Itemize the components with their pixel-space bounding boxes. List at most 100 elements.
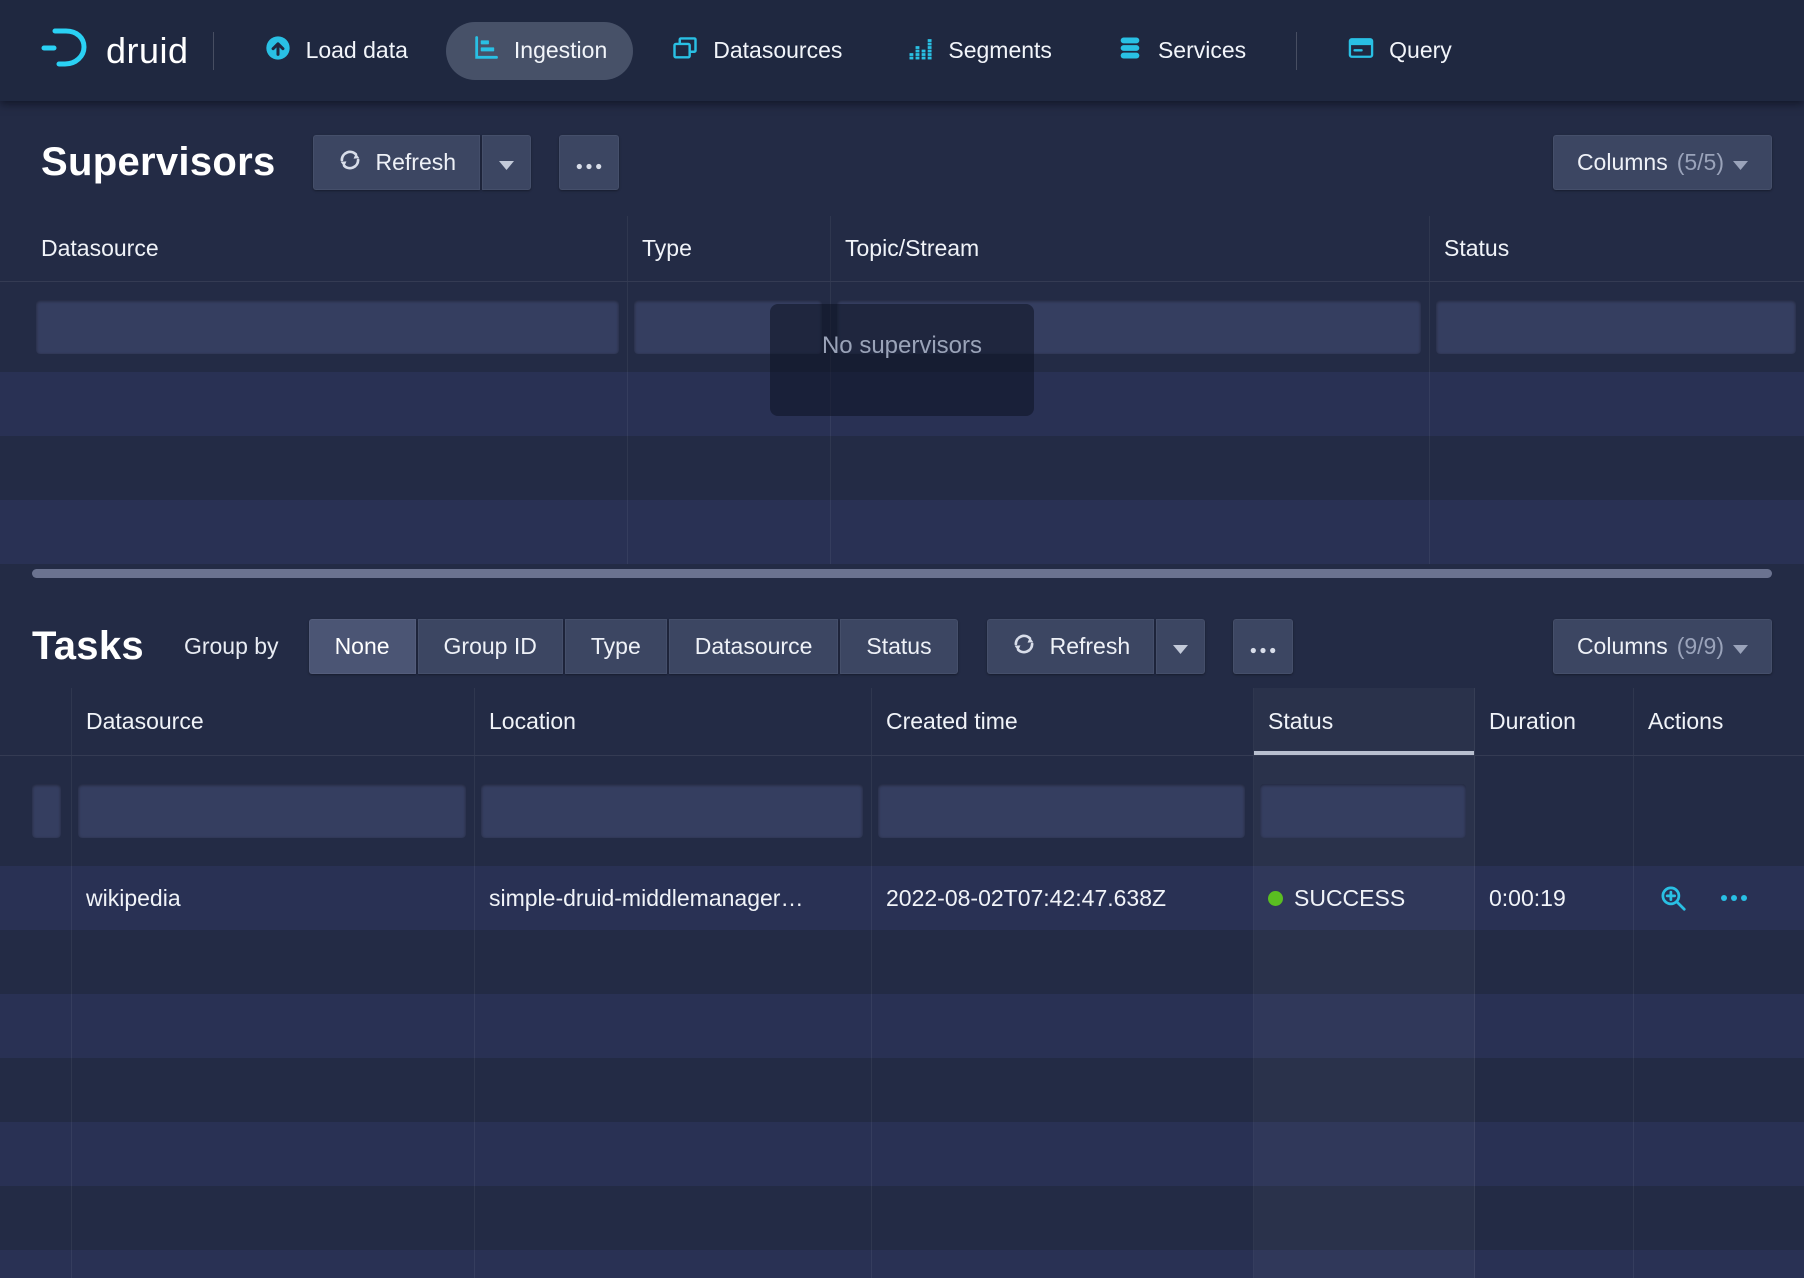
task-header-actions[interactable]: Actions (1634, 688, 1804, 755)
refresh-label: Refresh (376, 149, 457, 176)
task-row-wikipedia[interactable]: wikipedia simple-druid-middlemanager… 20… (0, 866, 1804, 930)
scrollbar-thumb[interactable] (32, 569, 1772, 578)
task-header-gutter (32, 688, 72, 755)
sup-type-filter-input[interactable] (634, 300, 822, 354)
supervisors-table: Datasource Type Topic/Stream Status No s… (0, 216, 1804, 564)
supervisors-filter-row (0, 282, 1804, 372)
supervisors-toolbar: Supervisors Refresh (0, 101, 1804, 216)
columns-label: Columns (1577, 149, 1668, 176)
caret-down-icon (499, 149, 514, 176)
refresh-button[interactable]: Refresh (313, 135, 481, 190)
status-success-dot (1268, 891, 1283, 906)
supervisors-columns-button[interactable]: Columns (5/5) (1553, 135, 1772, 190)
more-icon (1720, 894, 1748, 902)
table-row (0, 1122, 1804, 1186)
task-location-filter-input[interactable] (481, 784, 863, 838)
nav-item-label: Query (1389, 37, 1452, 64)
nav-item-services[interactable]: Services (1090, 22, 1272, 80)
nav-item-query[interactable]: Query (1321, 22, 1478, 80)
group-by-group-id-button[interactable]: Group ID (418, 619, 563, 674)
group-by-datasource-button[interactable]: Datasource (669, 619, 839, 674)
table-row (0, 1058, 1804, 1122)
zoom-in-icon (1658, 883, 1688, 913)
sup-topic-filter-input[interactable] (837, 300, 1421, 354)
more-icon (1250, 633, 1276, 660)
caret-down-icon (1733, 149, 1748, 176)
table-row (0, 500, 1804, 564)
table-row (0, 1186, 1804, 1250)
refresh-caret-button[interactable] (482, 135, 531, 190)
druid-logo-icon (40, 25, 92, 76)
task-datasource-cell: wikipedia (72, 866, 475, 930)
task-header-created-time[interactable]: Created time (872, 688, 1254, 755)
tasks-refresh-caret-button[interactable] (1156, 619, 1205, 674)
tasks-refresh-button[interactable]: Refresh (987, 619, 1155, 674)
tasks-more-button[interactable] (1233, 619, 1293, 674)
supervisors-refresh-split: Refresh (313, 135, 532, 190)
status-label: SUCCESS (1294, 885, 1405, 912)
nav-item-load-data[interactable]: Load data (238, 22, 434, 80)
task-status-filter-input[interactable] (1260, 784, 1466, 838)
nav-item-segments[interactable]: Segments (880, 22, 1078, 80)
group-by-label: Group by (184, 633, 279, 660)
sup-datasource-filter-input[interactable] (36, 300, 619, 354)
segments-icon (906, 34, 934, 68)
task-datasource-filter-input[interactable] (78, 784, 466, 838)
more-icon (576, 149, 602, 176)
nav-item-datasources[interactable]: Datasources (645, 22, 868, 80)
task-duration-cell: 0:00:19 (1475, 866, 1634, 930)
columns-count: (5/5) (1677, 149, 1724, 176)
caret-down-icon (1173, 633, 1188, 660)
task-header-duration[interactable]: Duration (1475, 688, 1634, 755)
table-row (0, 436, 1804, 500)
tasks-title: Tasks (32, 624, 144, 669)
table-row (0, 930, 1804, 994)
supervisors-header-row: Datasource Type Topic/Stream Status (0, 216, 1804, 282)
sup-status-filter-input[interactable] (1436, 300, 1796, 354)
tasks-header-row: Datasource Location Created time Status … (0, 688, 1804, 756)
sup-header-datasource[interactable]: Datasource (0, 216, 628, 281)
nav-items: Load data Ingestion D (238, 22, 1273, 80)
nav-item-label: Services (1158, 37, 1246, 64)
tasks-toolbar: Tasks Group by None Group ID Type Dataso… (0, 609, 1804, 688)
task-actions-cell (1634, 866, 1804, 930)
nav-item-label: Datasources (713, 37, 842, 64)
table-row (0, 372, 1804, 436)
task-id-filter-input[interactable] (32, 784, 61, 838)
datasources-icon (671, 34, 699, 68)
task-location-cell: simple-druid-middlemanager… (475, 866, 872, 930)
group-by-type-button[interactable]: Type (565, 619, 667, 674)
group-by-button-group: None Group ID Type Datasource Status (309, 619, 958, 674)
task-created-time-filter-input[interactable] (878, 784, 1245, 838)
druid-logo[interactable]: druid (40, 25, 189, 76)
tasks-refresh-split: Refresh (987, 619, 1206, 674)
supervisors-more-button[interactable] (559, 135, 619, 190)
refresh-icon (337, 147, 363, 179)
table-row (0, 994, 1804, 1058)
nav-divider (213, 32, 214, 70)
services-icon (1116, 34, 1144, 68)
columns-count: (9/9) (1677, 633, 1724, 660)
horizontal-scrollbar (32, 569, 1772, 579)
refresh-icon (1011, 631, 1037, 663)
caret-down-icon (1733, 633, 1748, 660)
nav-item-label: Segments (948, 37, 1052, 64)
refresh-label: Refresh (1050, 633, 1131, 660)
sup-header-topic-stream[interactable]: Topic/Stream (831, 216, 1430, 281)
tasks-columns-button[interactable]: Columns (9/9) (1553, 619, 1772, 674)
task-header-datasource[interactable]: Datasource (72, 688, 475, 755)
task-created-time-cell: 2022-08-02T07:42:47.638Z (872, 866, 1254, 930)
sup-header-type[interactable]: Type (628, 216, 831, 281)
task-row-more-button[interactable] (1716, 890, 1752, 906)
nav-item-label: Ingestion (514, 37, 607, 64)
task-header-status[interactable]: Status (1254, 688, 1475, 755)
task-header-location[interactable]: Location (475, 688, 872, 755)
load-data-icon (264, 34, 292, 68)
group-by-none-button[interactable]: None (309, 619, 416, 674)
group-by-status-button[interactable]: Status (840, 619, 957, 674)
tasks-table: Datasource Location Created time Status … (0, 688, 1804, 1278)
task-status-cell: SUCCESS (1254, 866, 1475, 930)
nav-item-ingestion[interactable]: Ingestion (446, 22, 633, 80)
sup-header-status[interactable]: Status (1430, 216, 1804, 281)
task-detail-button[interactable] (1654, 879, 1692, 917)
